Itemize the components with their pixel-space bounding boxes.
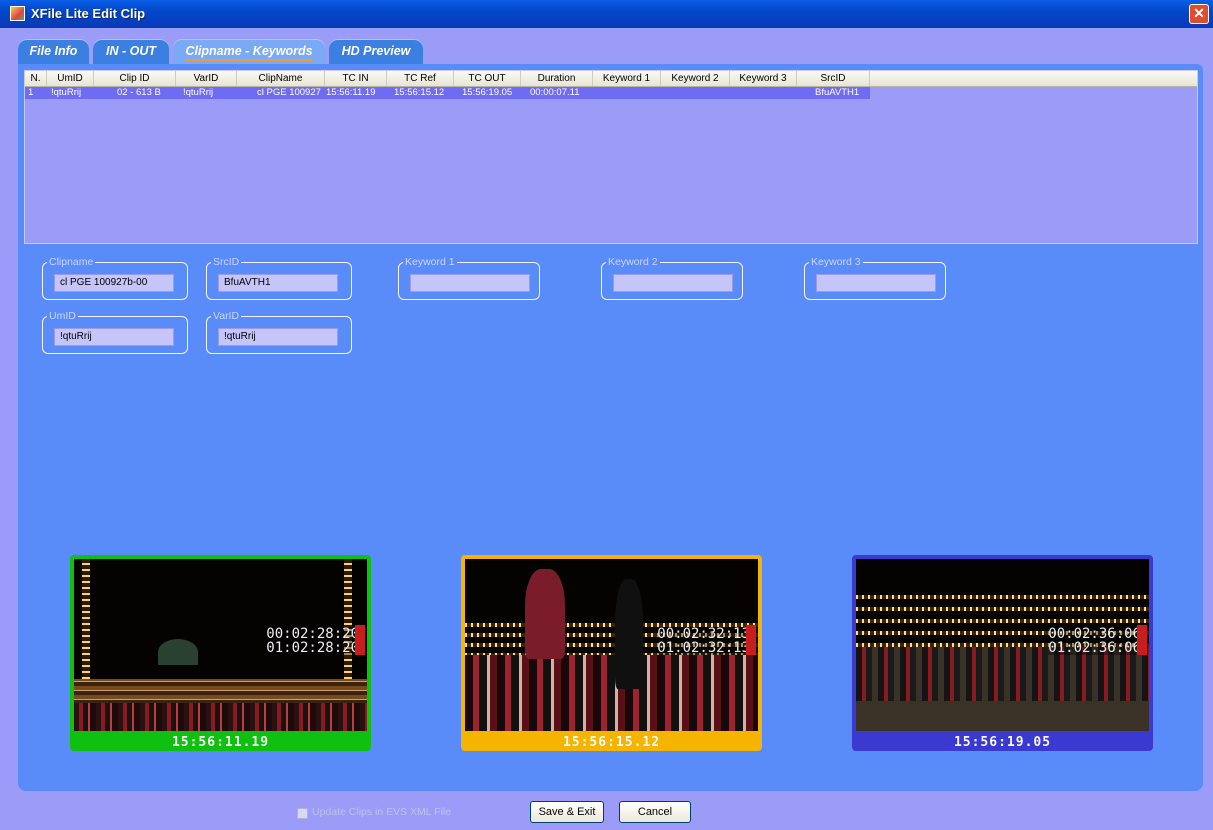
- save-exit-button[interactable]: Save & Exit: [530, 801, 604, 823]
- srcid-group: SrcID BfuAVTH1: [206, 256, 352, 300]
- keyword1-label: Keyword 1: [403, 256, 457, 268]
- row-cell: 15:56:19.05: [462, 87, 513, 98]
- preview-in[interactable]: 00:02:28:20 01:02:28:20 15:56:11.19: [70, 555, 371, 751]
- varid-group: VarID !qtuRrij: [206, 310, 352, 354]
- umid-label: UmID: [47, 310, 78, 322]
- update-clips-label: Update Clips in EVS XML File: [312, 806, 452, 818]
- row-cell: 15:56:11.19: [326, 87, 376, 98]
- row-cell: [595, 87, 659, 99]
- column-header[interactable]: TC IN: [325, 71, 387, 86]
- clip-grid[interactable]: N. UmID Clip ID VarID ClipName TC IN TC …: [24, 70, 1198, 244]
- tab-in-out[interactable]: IN - OUT: [93, 39, 169, 64]
- varid-field[interactable]: !qtuRrij: [218, 328, 338, 346]
- keyword3-group: Keyword 3: [804, 256, 946, 300]
- dialog-footer: Update Clips in EVS XML File Save & Exit…: [0, 792, 1213, 830]
- app-icon: [10, 6, 25, 21]
- preview-ref[interactable]: 00:02:32:13 01:02:32:13 15:56:15.12: [461, 555, 762, 751]
- umid-group: UmID !qtuRrij: [42, 310, 188, 354]
- preview-in-timecode: 15:56:11.19: [171, 735, 270, 750]
- keyword2-label: Keyword 2: [606, 256, 660, 268]
- cancel-button[interactable]: Cancel: [619, 801, 691, 823]
- srcid-field[interactable]: BfuAVTH1: [218, 274, 338, 292]
- row-cell: 15:56:15.12: [394, 87, 445, 98]
- preview-in-frame: 00:02:28:20 01:02:28:20: [74, 559, 367, 731]
- column-header[interactable]: Keyword 1: [593, 71, 661, 86]
- column-header[interactable]: SrcID: [797, 71, 870, 86]
- window-title: XFile Lite Edit Clip: [31, 6, 146, 21]
- close-button[interactable]: ✕: [1189, 4, 1209, 24]
- overlay-timecode: 00:02:28:20 01:02:28:20: [266, 626, 359, 656]
- preview-out-timecode: 15:56:19.05: [953, 735, 1052, 750]
- varid-label: VarID: [211, 310, 242, 322]
- preview-out[interactable]: 00:02:36:06 01:02:36:06 15:56:19.05: [852, 555, 1153, 751]
- overlay-timecode: 00:02:36:06 01:02:36:06: [1048, 626, 1141, 656]
- clipname-group: Clipname cl PGE 100927b-00: [42, 256, 188, 300]
- row-cell: !qtuRrij: [183, 87, 214, 98]
- grid-header: N. UmID Clip ID VarID ClipName TC IN TC …: [25, 71, 1197, 87]
- keyword2-group: Keyword 2: [601, 256, 743, 300]
- row-cell: 02 - 613 B: [117, 87, 161, 98]
- preview-ref-frame: 00:02:32:13 01:02:32:13: [465, 559, 758, 731]
- table-row[interactable]: 1 !qtuRrij 02 - 613 B !qtuRrij cl PGE 10…: [25, 87, 870, 99]
- overlay-tag: [355, 625, 365, 655]
- srcid-label: SrcID: [211, 256, 242, 268]
- tab-file-info[interactable]: File Info: [18, 39, 89, 64]
- column-header[interactable]: Keyword 2: [661, 71, 730, 86]
- edit-clip-window: XFile Lite Edit Clip ✕ File Info IN - OU…: [0, 0, 1213, 830]
- keyword1-group: Keyword 1: [398, 256, 540, 300]
- row-cell: cl PGE 100927: [257, 87, 321, 98]
- column-header[interactable]: ClipName: [237, 71, 325, 86]
- column-header[interactable]: Clip ID: [94, 71, 176, 86]
- update-clips-checkbox[interactable]: [297, 808, 308, 819]
- keyword2-field[interactable]: [613, 274, 733, 292]
- keyword3-label: Keyword 3: [809, 256, 863, 268]
- overlay-timecode: 00:02:32:13 01:02:32:13: [657, 626, 750, 656]
- preview-out-frame: 00:02:36:06 01:02:36:06: [856, 559, 1149, 731]
- row-cell: 1: [28, 87, 34, 98]
- row-cell: BfuAVTH1: [815, 87, 860, 98]
- column-header[interactable]: Duration: [521, 71, 593, 86]
- clipname-label: Clipname: [47, 256, 96, 268]
- tab-clipname-keywords[interactable]: Clipname - Keywords: [173, 39, 325, 64]
- column-header[interactable]: TC Ref: [387, 71, 454, 86]
- column-header[interactable]: N.: [25, 71, 47, 86]
- column-header[interactable]: VarID: [176, 71, 237, 86]
- keyword3-field[interactable]: [816, 274, 936, 292]
- row-cell: !qtuRrij: [51, 87, 82, 98]
- column-header[interactable]: UmID: [47, 71, 94, 86]
- clipname-field[interactable]: cl PGE 100927b-00: [54, 274, 174, 292]
- tab-content-panel: N. UmID Clip ID VarID ClipName TC IN TC …: [18, 64, 1203, 791]
- title-bar[interactable]: XFile Lite Edit Clip ✕: [0, 0, 1213, 28]
- row-cell: [663, 87, 727, 99]
- keyword1-field[interactable]: [410, 274, 530, 292]
- tab-hd-preview[interactable]: HD Preview: [329, 39, 423, 64]
- overlay-tag: [1137, 625, 1147, 655]
- preview-ref-timecode: 15:56:15.12: [562, 735, 661, 750]
- umid-field[interactable]: !qtuRrij: [54, 328, 174, 346]
- column-header[interactable]: Keyword 3: [730, 71, 797, 86]
- row-cell: 00:00:07.11: [530, 87, 580, 98]
- column-header[interactable]: TC OUT: [454, 71, 521, 86]
- overlay-tag: [746, 625, 756, 655]
- row-cell: [732, 87, 796, 99]
